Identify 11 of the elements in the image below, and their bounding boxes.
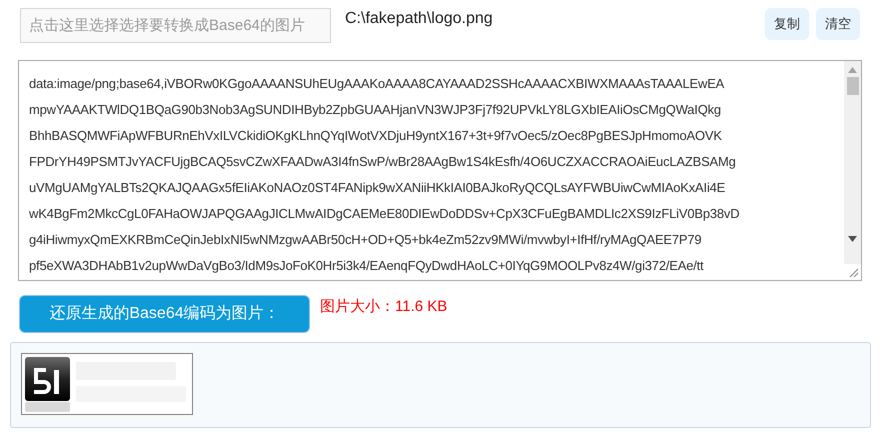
scrollbar[interactable] [844,61,861,264]
file-path: C:\fakepath\logo.png [345,9,493,29]
scroll-up-icon[interactable] [848,67,857,73]
action-button[interactable]: 复制 [765,8,809,40]
file-picker-field[interactable]: 点击这里选择选择要转换成Base64的图片 [20,8,331,43]
action-button[interactable]: 清空 [816,8,860,40]
scroll-thumb[interactable] [846,77,858,95]
scroll-down-icon[interactable] [848,236,857,242]
image-size-label: 图片大小：11.6 KB [320,296,448,317]
base64-field[interactable]: data:image/png;base64,iVBORw0KGgoAAAANSUhEUgAAAKoAAAA8CAYAAAD2SSHcAAAACXBIWXMAAAsTAAALEwEA mpwYAAAKTWlDQ1BQaG90b3Nob3AgSUNDIHByb2ZpbGUAAHjanVN3WJP3Fj7f92UPVkLY8LGXbIEAIiOsCMgQWaIQkg BhhBASQMWFiApWFBURnEhVxILVCkidiOKgKLhnQYqIWotVXDjuH9yntX167+3t+9f7vOec5/zOec8PgBESJpHmomoAOVK FPDrYH49PSMTJvYACFUjgBCAQ5svCZwXFAADwA3I4fnSwP/wBr28AAgBw1S4kEsfh/4O6UCZXACCRAOAiEucLAZBSAMg uVMgUAMgYALBTs2QKAJQAAGx5fEIiAKoNAOz0ST4FANipk9wXANiiHKkIAI0BAJkoRyQCQLsAYFWBUiwCwMIAoKxAIi4E wK4BgFm2MkcCgL0FAHaOWJAPQGAAgJICLMwAIDgCAEMeE80DIEwDoDDSv+CpX3CFuEgBAMDLIc2XS9IzFLiV0Bp38vD g4iHiwmyxQmEXKRBmCeQinJebIxNI5wNMzgwAABr50cH+OD+Q5+bk4eZm52zv9MWi/mvwbyI+IfHf/ryMAgQAEE7P79 pf5eXWA3DHAbB1v2upWwDaVgBo3/IdM9sJoFoK0Hr5i3k4/EAenqFQyDwdHAoLC+0IYqG9MOOLPv8z4W/gi372/EAe/tt [18,60,862,281]
resize-handle-icon[interactable] [847,266,859,278]
